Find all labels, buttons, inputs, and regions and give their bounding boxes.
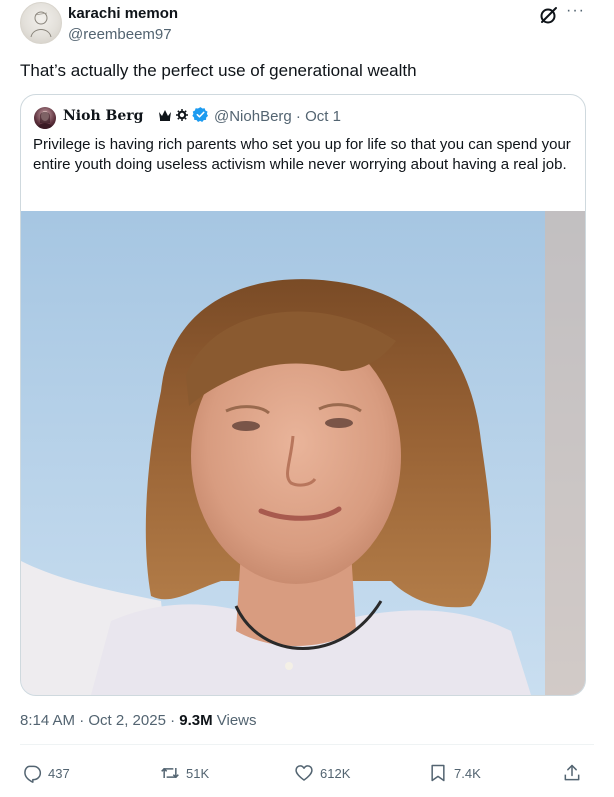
like-button[interactable]: 612K [294, 762, 350, 784]
repost-icon [161, 768, 179, 778]
bookmark-icon [431, 764, 445, 782]
like-count: 612K [320, 765, 351, 781]
quoted-tweet-card[interactable]: Nioh Berg @NiohBerg · Oct 1 Privilege is… [20, 94, 586, 696]
author-display-name[interactable]: karachi memon [68, 5, 178, 22]
bookmark-count: 7.4K [454, 765, 481, 781]
tweet: karachi memon @reembeem97 ··· That’s act… [0, 0, 614, 797]
grok-icon[interactable] [538, 4, 560, 26]
quoted-handle-time[interactable]: @NiohBerg · Oct 1 [214, 108, 341, 125]
quoted-display-name[interactable]: Nioh Berg [63, 108, 143, 124]
quoted-photo[interactable] [21, 211, 585, 695]
views-label: Views [212, 712, 257, 729]
author-handle[interactable]: @reembeem97 [68, 26, 172, 43]
bookmark-button[interactable]: 7.4K [428, 762, 481, 784]
share-icon [564, 764, 580, 781]
tweet-meta: 8:14 AM · Oct 2, 2025 · 9.3M Views [20, 712, 257, 729]
views-count: 9.3M [179, 712, 213, 729]
timestamp[interactable]: 8:14 AM · Oct 2, 2025 · [20, 712, 179, 729]
quoted-text: Privilege is having rich parents who set… [33, 136, 571, 173]
avatar-sketch-icon [30, 11, 52, 38]
repost-button[interactable]: 51K [160, 762, 209, 784]
crown-icon [158, 108, 172, 126]
more-icon[interactable]: ··· [566, 2, 588, 24]
quoted-badges [158, 106, 209, 128]
reply-count: 437 [48, 765, 70, 781]
quoted-author-avatar[interactable] [34, 107, 56, 129]
reply-icon [24, 765, 42, 783]
gear-icon [176, 108, 188, 126]
repost-count: 51K [186, 765, 210, 781]
heart-icon [295, 765, 313, 781]
share-button[interactable] [562, 762, 588, 784]
reply-button[interactable]: 437 [22, 762, 70, 784]
verified-badge-icon [192, 106, 209, 128]
tweet-text: That’s actually the perfect use of gener… [20, 61, 417, 80]
divider [20, 744, 594, 745]
author-avatar[interactable] [20, 2, 62, 44]
